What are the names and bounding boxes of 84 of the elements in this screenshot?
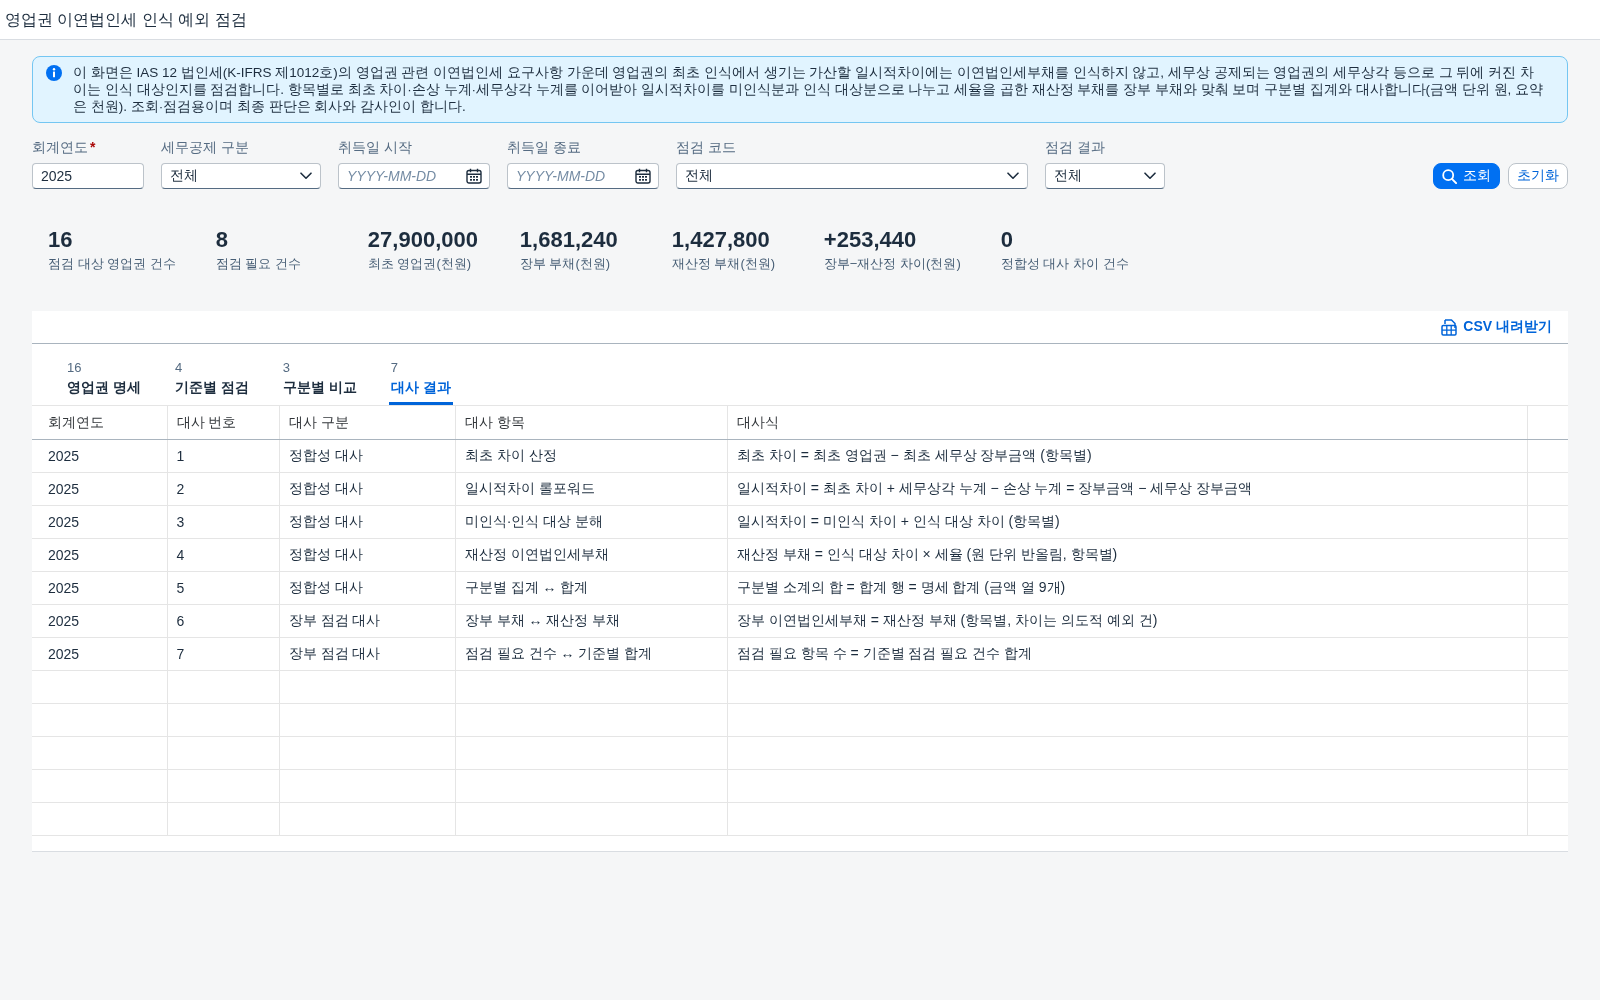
- table-cell: 최초 차이 = 최초 영업권 − 최초 세무상 장부금액 (항목별): [727, 439, 1528, 473]
- tab[interactable]: 16 영업권 명세: [65, 360, 143, 405]
- chevron-down-icon: [1144, 172, 1156, 180]
- table-cell: 7: [167, 637, 280, 671]
- column-header: 대사 번호: [167, 406, 280, 440]
- chevron-down-icon: [300, 172, 312, 180]
- field-label: 세무공제 구분: [161, 138, 249, 156]
- table-cell: 구분별 집계 ↔ 합계: [455, 571, 728, 605]
- table-cell: 정합성 대사: [279, 439, 456, 473]
- table-cell: 정합성 대사: [279, 538, 456, 572]
- table-cell: 2025: [32, 538, 168, 572]
- dropdown[interactable]: 전체: [676, 163, 1028, 189]
- kpi-label: 재산정 부채(천원): [671, 256, 777, 272]
- table-cell: 일시적차이 롤포워드: [455, 472, 728, 506]
- table-cell: 점검 필요 항목 수 = 기준별 점검 필요 건수 합계: [727, 637, 1528, 671]
- chevron-down-icon: [1007, 172, 1019, 180]
- kpi-value: 1,681,240: [519, 227, 619, 253]
- kpi-value: 1,427,800: [671, 227, 771, 253]
- csv-download-link[interactable]: CSV 내려받기: [1441, 316, 1552, 338]
- required-mark: *: [90, 138, 96, 156]
- field-label: 취득일 종료: [507, 138, 581, 156]
- dropdown[interactable]: 전체: [1045, 163, 1165, 189]
- tab[interactable]: 4 기준별 점검: [172, 360, 251, 405]
- table-cell: 2025: [32, 505, 168, 539]
- page-title: 영업권 이연법인세 인식 예외 점검: [4, 10, 247, 30]
- table-cell: 2025: [32, 571, 168, 605]
- field-label: 점검 코드: [676, 138, 736, 156]
- text-field[interactable]: 2025: [32, 163, 144, 189]
- kpi-label: 점검 필요 건수: [215, 256, 303, 272]
- table-cell: 2025: [32, 472, 168, 506]
- table-cell: 일시적차이 = 최초 차이 + 세무상각 누계 − 손상 누계 = 장부금액 − 세무상 장부금액: [727, 472, 1528, 506]
- table-cell: 정합성 대사: [279, 472, 456, 506]
- dropdown[interactable]: 전체: [161, 163, 321, 189]
- table-cell: 정합성 대사: [279, 505, 456, 539]
- table-cell: 2025: [32, 604, 168, 638]
- tab[interactable]: 3 구분별 비교: [280, 360, 359, 405]
- reset-button[interactable]: 초기화: [1508, 163, 1568, 189]
- date-field[interactable]: YYYY-MM-DD: [507, 163, 659, 189]
- table-cell: 5: [167, 571, 280, 605]
- kpi-label: 장부−재산정 차이(천원): [823, 256, 961, 272]
- spreadsheet-icon: [1441, 318, 1458, 336]
- kpi-label: 장부 부채(천원): [519, 256, 612, 272]
- table-cell: 재산정 부채 = 인식 대상 차이 × 세율 (원 단위 반올림, 항목별): [727, 538, 1528, 572]
- column-header: 회계연도: [32, 406, 168, 440]
- kpi-value: 0: [1000, 227, 1014, 253]
- field-label: 회계연도: [32, 138, 88, 156]
- table-cell: 6: [167, 604, 280, 638]
- search-icon: [1442, 168, 1457, 184]
- kpi-value: 16: [48, 227, 74, 253]
- table-cell: 장부 부채 ↔ 재산정 부채: [455, 604, 728, 638]
- info-text: 이 화면은 IAS 12 법인세(K-IFRS 제1012호)의 영업권 관련 이연법인세 요구사항 가운데 영업권의 최초 인식에서 생기는 가산할 일시적차이에는 이연법인세부채를 인식하지 않고, 세무상 공제되는 영업권의 세무상각 등으로 그 뒤에 커진 차이는 인식 대상인지를 점검합니다. 항목별로 최초 차이·손상 누계·세무상각 누계를 이어받아 일시적차이를 미인식분과 인식 대상분으로 나누고 세율을 곱한 재산정 부채를 장부 부채와 맞춰 보며 구분별 집계와 대사합니다(금액 단위 원, 요약은 천원). 조회·점검용이며 최종 판단은 회사와 감사인이 합니다.: [73, 64, 1544, 115]
- calendar-icon: [466, 168, 482, 184]
- column-header: 대사 항목: [455, 406, 728, 440]
- table-cell: 4: [167, 538, 280, 572]
- table-cell: 3: [167, 505, 280, 539]
- table-cell: 구분별 소계의 합 = 합계 행 = 명세 합계 (금액 열 9개): [727, 571, 1528, 605]
- field-label: 취득일 시작: [338, 138, 412, 156]
- tab[interactable]: 7 대사 결과: [388, 360, 453, 405]
- date-field[interactable]: YYYY-MM-DD: [338, 163, 490, 189]
- kpi-label: 정합성 대사 차이 건수: [1000, 256, 1129, 272]
- table-cell: 2025: [32, 637, 168, 671]
- column-header: 대사 구분: [279, 406, 456, 440]
- table-cell: 점검 필요 건수 ↔ 기준별 합계: [455, 637, 728, 671]
- table-cell: 재산정 이연법인세부채: [455, 538, 728, 572]
- table-cell: 미인식·인식 대상 분해: [455, 505, 728, 539]
- column-header: 대사식: [727, 406, 1528, 440]
- kpi-label: 점검 대상 영업권 건수: [48, 256, 176, 272]
- table-cell: 2025: [32, 439, 168, 473]
- search-button[interactable]: 조회: [1433, 163, 1500, 189]
- kpi-value: 8: [215, 227, 230, 253]
- kpi-value: 27,900,000: [367, 227, 479, 253]
- table-cell: 최초 차이 산정: [455, 439, 728, 473]
- calendar-icon: [635, 168, 651, 184]
- table-cell: 2: [167, 472, 280, 506]
- kpi-value: +253,440: [823, 227, 918, 253]
- table-cell: 정합성 대사: [279, 571, 456, 605]
- table-cell: 장부 점검 대사: [279, 637, 456, 671]
- table-cell: 장부 점검 대사: [279, 604, 456, 638]
- field-label: 점검 결과: [1045, 138, 1105, 156]
- table-cell: 일시적차이 = 미인식 차이 + 인식 대상 차이 (항목별): [727, 505, 1528, 539]
- info-icon: [46, 65, 62, 81]
- table-cell: 1: [167, 439, 280, 473]
- kpi-label: 최초 영업권(천원): [367, 256, 473, 272]
- table-cell: 장부 이연법인세부채 = 재산정 부채 (항목별, 차이는 의도적 예외 건): [727, 604, 1528, 638]
